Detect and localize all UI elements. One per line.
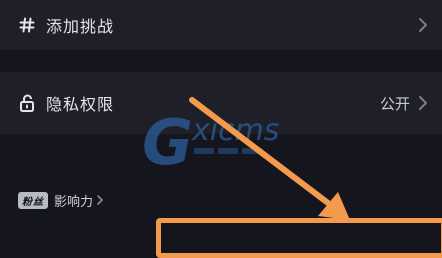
privacy-permission-label: 隐私权限 [46, 95, 115, 114]
chevron-right-icon [419, 96, 427, 110]
watermark-logo: G xicms [142, 106, 279, 176]
influence-label: 影响力 [54, 194, 94, 210]
influence-entry[interactable]: 粉丝 影响力 [18, 190, 103, 210]
hash-icon [18, 16, 36, 34]
add-challenge-row[interactable]: 添加挑战 [0, 0, 442, 50]
add-challenge-label: 添加挑战 [46, 17, 115, 36]
chevron-right-icon [97, 195, 103, 205]
unlock-icon [18, 94, 36, 112]
privacy-value: 公开 [379, 94, 410, 113]
watermark-letter: G [142, 106, 193, 176]
annotation-highlight-box [156, 218, 442, 258]
fans-badge: 粉丝 [18, 191, 48, 209]
chevron-right-icon [419, 18, 427, 32]
watermark-text: xicms [191, 113, 279, 148]
